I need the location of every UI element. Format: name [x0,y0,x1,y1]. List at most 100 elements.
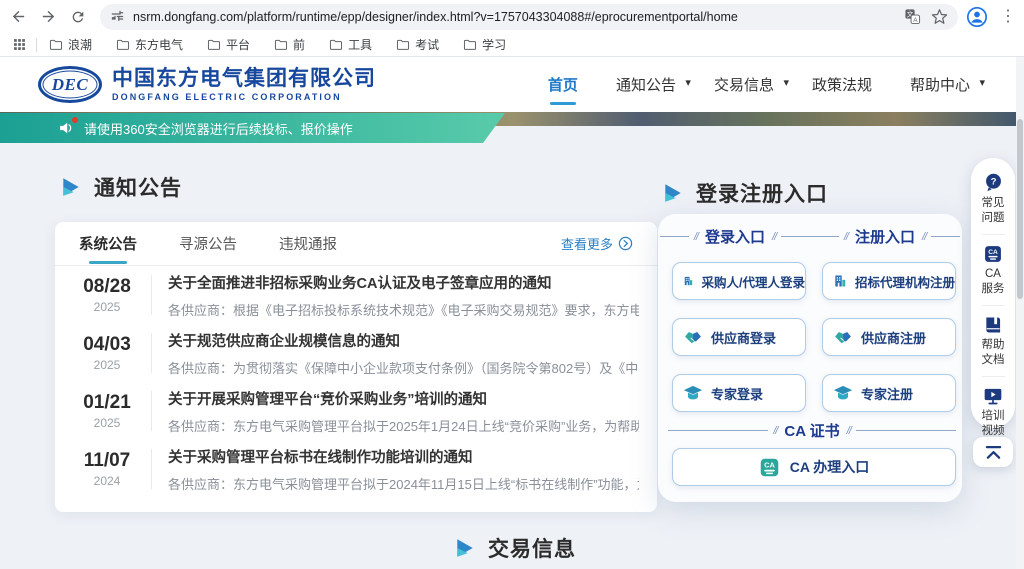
supplier-register-button[interactable]: 供应商注册 [822,318,956,356]
folder-icon [116,38,130,52]
divider [151,275,152,315]
folder-icon [207,38,221,52]
nav-policies[interactable]: 政策法规 [812,68,872,101]
bookmark-folder-study[interactable]: 学习 [459,35,510,55]
back-button[interactable] [6,3,30,31]
folder-icon [49,38,63,52]
notice-row[interactable]: 11/07 2024 关于采购管理平台标书在线制作功能培训的通知 各供应商：东方… [55,440,657,498]
bookmark-folder-langchao[interactable]: 浪潮 [45,35,96,55]
ca-apply-button[interactable]: CA CA 办理入口 [672,448,956,486]
ca-group-header: CA 证书 [668,420,956,441]
login-button-grid: 采购人/代理人登录 招标代理机构注册 供应商登录 供应商注 [672,262,956,412]
handshake-icon [683,327,703,347]
faq-shortcut[interactable]: ? 常见问题 [982,170,1005,234]
building-icon [833,271,847,291]
bookmark-star-icon[interactable] [931,8,948,25]
bookmark-folder-tools[interactable]: 工具 [325,35,376,55]
notice-title[interactable]: 关于全面推进非招标采购业务CA认证及电子签章应用的通知 [168,272,639,293]
trade-section-title: 交易信息 [488,533,576,563]
section-arrow-icon [454,538,476,558]
scrollbar-thumb[interactable] [1017,119,1023,299]
section-arrow-icon [60,177,82,197]
training-videos-shortcut[interactable]: 培训视频 [982,376,1005,447]
building-icon [683,271,694,291]
divider [151,391,152,431]
url-bar[interactable]: nsrm.dongfang.com/platform/runtime/epp/d… [100,4,958,30]
reload-button[interactable] [66,3,90,31]
register-group-header: 注册入口 [810,226,960,247]
screen: nsrm.dongfang.com/platform/runtime/epp/d… [0,0,1024,569]
notices-tabbar: 系统公告 寻源公告 违规通报 查看更多 [55,222,657,266]
notice-row[interactable]: 04/03 2025 关于规范供应商企业规模信息的通知 各供应商：为贯彻落实《保… [55,324,657,382]
question-bubble-icon: ? [983,172,1004,193]
expert-register-button[interactable]: 专家注册 [822,374,956,412]
tab-system-notices[interactable]: 系统公告 [79,221,137,266]
notice-title[interactable]: 关于采购管理平台标书在线制作功能培训的通知 [168,446,639,467]
back-arrow-icon [10,8,27,25]
login-group-header: 登录入口 [660,226,810,247]
chrome-menu-button[interactable] [996,9,1024,25]
forward-arrow-icon [40,8,57,25]
section-arrow-icon [662,183,684,203]
divider [151,449,152,489]
bookmark-folder-front[interactable]: 前 [270,35,309,55]
notice-row[interactable]: 01/21 2025 关于开展采购管理平台“竞价采购业务”培训的通知 各供应商：… [55,382,657,440]
nav-home[interactable]: 首页 [548,68,578,101]
supplier-login-button[interactable]: 供应商登录 [672,318,806,356]
nav-help-center[interactable]: 帮助中心 [910,68,970,101]
company-name-en: DONGFANG ELECTRIC CORPORATION [112,92,376,102]
profile-avatar-icon [966,6,988,28]
notice-row[interactable]: 08/28 2025 关于全面推进非招标采购业务CA认证及电子签章应用的通知 各… [55,266,657,324]
profile-button[interactable] [966,6,988,28]
folder-icon [396,38,410,52]
ca-service-shortcut[interactable]: CA CA服务 [982,234,1005,305]
collapse-sidebar-button[interactable] [973,437,1013,467]
main-nav: 首页 通知公告 交易信息 政策法规 帮助中心 [548,57,970,112]
video-icon [983,386,1003,406]
apps-grid-button[interactable] [8,35,30,55]
login-section-header: 登录注册入口 [662,178,828,208]
notice-title[interactable]: 关于规范供应商企业规模信息的通知 [168,330,639,351]
reload-icon [70,9,86,25]
company-name-cn: 中国东方电气集团有限公司 [112,67,376,90]
site-header: DEC 中国东方电气集团有限公司 DONGFANG ELECTRIC CORPO… [0,57,1024,112]
trade-section-header: 交易信息 [454,533,576,563]
nav-trade-info[interactable]: 交易信息 [714,68,774,101]
tab-sourcing-notices[interactable]: 寻源公告 [179,221,237,266]
browser-notice-banner: 请使用360安全浏览器进行后续投标、报价操作 [0,113,505,143]
quick-access-sidebar: ? 常见问题 CA CA服务 帮助文档 [971,158,1015,428]
notices-card: 系统公告 寻源公告 违规通报 查看更多 08/28 2025 关于全面推进非招标… [55,222,657,512]
chevron-right-circle-icon [618,236,633,251]
speaker-icon [58,120,76,136]
document-icon [983,315,1003,335]
notices-section-header: 通知公告 [60,172,182,202]
purchaser-login-button[interactable]: 采购人/代理人登录 [672,262,806,300]
nav-notices[interactable]: 通知公告 [616,68,676,101]
notice-date: 04/03 2025 [75,334,139,372]
notice-summary: 各供应商：根据《电子招标投标系统技术规范》《电子采购交易规范》要求，东方电气采购… [168,300,639,319]
view-more-link[interactable]: 查看更多 [561,234,633,253]
bookmark-folder-dongfang[interactable]: 东方电气 [112,35,187,55]
folder-icon [463,38,477,52]
forward-button[interactable] [36,3,60,31]
svg-text:CA: CA [988,249,998,256]
login-section-title: 登录注册入口 [696,178,828,208]
translate-icon[interactable]: 文 A [904,8,921,25]
ca-badge-icon: CA [983,244,1003,264]
notice-summary: 各供应商：东方电气采购管理平台拟于2025年1月24日上线“竞价采购”业务，为帮… [168,416,639,435]
company-logo[interactable]: DEC 中国东方电气集团有限公司 DONGFANG ELECTRIC CORPO… [38,66,376,103]
site-settings-icon[interactable] [110,9,125,24]
bookmark-folder-platform[interactable]: 平台 [203,35,254,55]
help-docs-shortcut[interactable]: 帮助文档 [982,305,1005,376]
notice-date: 11/07 2024 [75,450,139,488]
bookmark-folder-exam[interactable]: 考试 [392,35,443,55]
notice-title[interactable]: 关于开展采购管理平台“竞价采购业务”培训的通知 [168,388,639,409]
url-text[interactable]: nsrm.dongfang.com/platform/runtime/epp/d… [133,10,896,24]
tab-violation-reports[interactable]: 违规通报 [279,221,337,266]
page-scrollbar[interactable] [1016,57,1024,569]
agency-register-button[interactable]: 招标代理机构注册 [822,262,956,300]
notice-date: 08/28 2025 [75,276,139,314]
expert-login-button[interactable]: 专家登录 [672,374,806,412]
bookmarks-bar: 浪潮 东方电气 平台 前 工具 考试 学习 [0,33,1024,57]
notice-summary: 各供应商：为贯彻落实《保障中小企业款项支付条例》（国务院令第802号）及《中小企… [168,358,639,377]
